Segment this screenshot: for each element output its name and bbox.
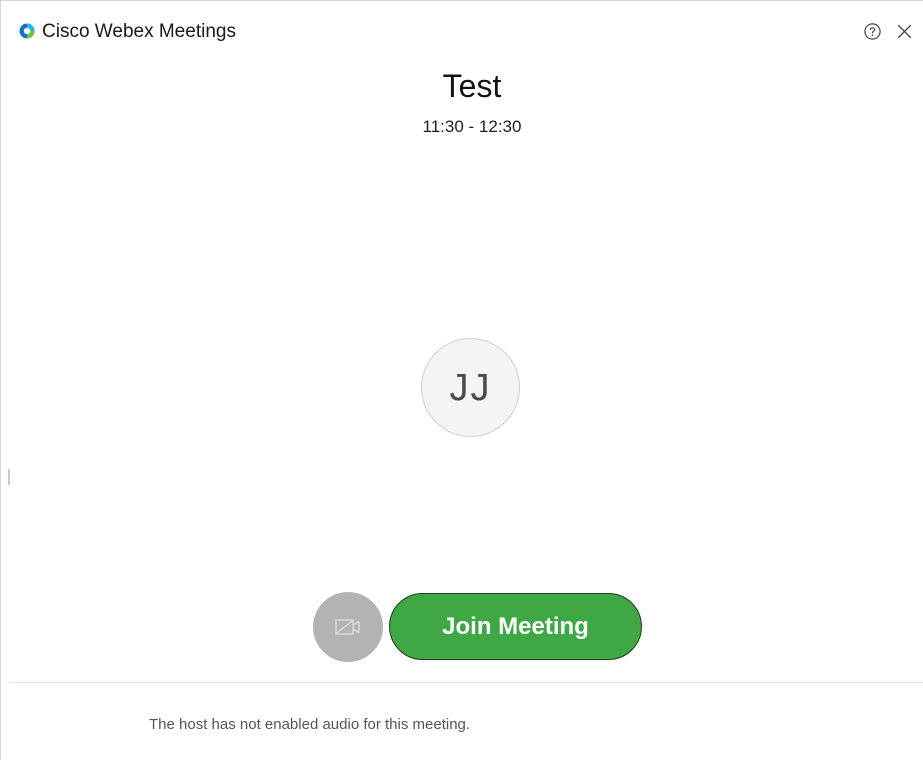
video-camera-off-icon bbox=[335, 619, 360, 635]
webex-logo-icon bbox=[19, 23, 35, 39]
avatar-initials: JJ bbox=[449, 366, 492, 409]
webex-window: Cisco Webex Meetings Test 11:30 - 12:30 … bbox=[0, 0, 923, 760]
meeting-title: Test bbox=[442, 68, 502, 104]
video-toggle-button[interactable] bbox=[313, 592, 383, 662]
audio-notice: The host has not enabled audio for this … bbox=[149, 716, 471, 733]
app-title: Cisco Webex Meetings bbox=[42, 21, 236, 42]
footer-divider bbox=[10, 682, 923, 683]
help-icon[interactable] bbox=[863, 22, 882, 41]
avatar: JJ bbox=[421, 338, 520, 437]
title-bar: Cisco Webex Meetings bbox=[1, 1, 923, 45]
meeting-time: 11:30 - 12:30 bbox=[422, 117, 522, 136]
resize-handle[interactable] bbox=[8, 469, 10, 485]
join-meeting-button[interactable]: Join Meeting bbox=[389, 593, 642, 660]
close-icon[interactable] bbox=[895, 22, 914, 41]
